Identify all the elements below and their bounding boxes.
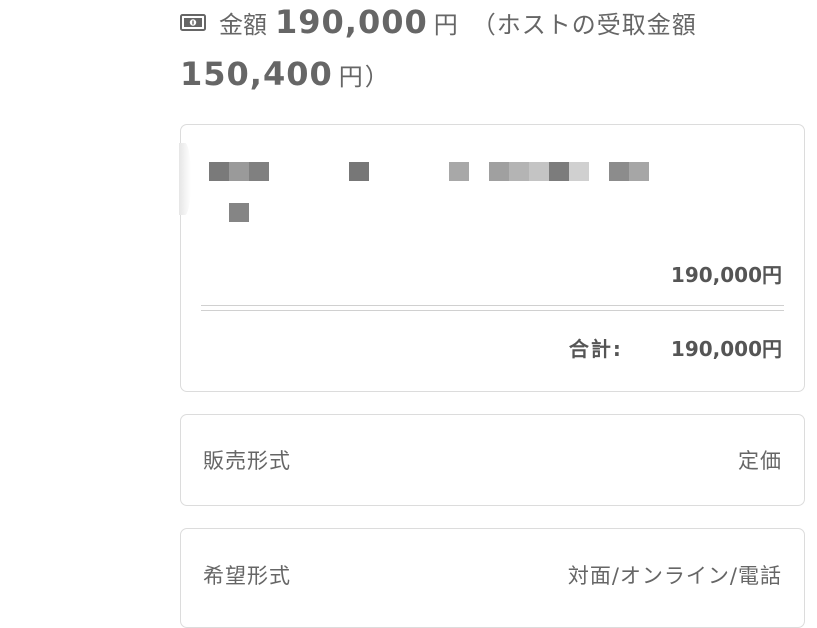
price-amount: 190,000 xyxy=(275,3,428,41)
money-icon xyxy=(180,13,206,31)
divider xyxy=(201,305,784,311)
sales-format-label: 販売形式 xyxy=(203,449,291,473)
subtotal-amount: 190,000円 xyxy=(670,263,782,287)
price-header: 金額 190,000 円 （ホストの受取金額 150,400 円 ） xyxy=(180,2,800,94)
total-amount: 190,000円 xyxy=(670,337,782,361)
preferred-format-value: 対面/オンライン/電話 xyxy=(567,564,782,588)
close-paren: ） xyxy=(364,62,389,91)
price-line-host: 150,400 円 ） xyxy=(180,54,800,94)
order-summary-card: 190,000円 合計: 190,000円 xyxy=(179,124,805,392)
host-amount: 150,400 xyxy=(180,55,333,93)
blurred-thumbnail xyxy=(179,143,191,215)
price-label: 金額 xyxy=(219,10,267,39)
host-unit: 円 xyxy=(338,62,363,91)
sales-format-value: 定価 xyxy=(738,449,782,473)
price-line-main: 金額 190,000 円 （ホストの受取金額 xyxy=(180,2,800,42)
total-label: 合計: xyxy=(568,337,623,361)
sales-format-row: 販売形式 定価 xyxy=(180,414,805,506)
total-row: 合計: 190,000円 xyxy=(569,333,782,362)
price-unit: 円 xyxy=(433,10,458,39)
preferred-format-label: 希望形式 xyxy=(203,564,291,588)
preferred-format-row: 希望形式 対面/オンライン/電話 xyxy=(180,528,805,628)
host-receive-label: （ホストの受取金額 xyxy=(471,10,697,39)
